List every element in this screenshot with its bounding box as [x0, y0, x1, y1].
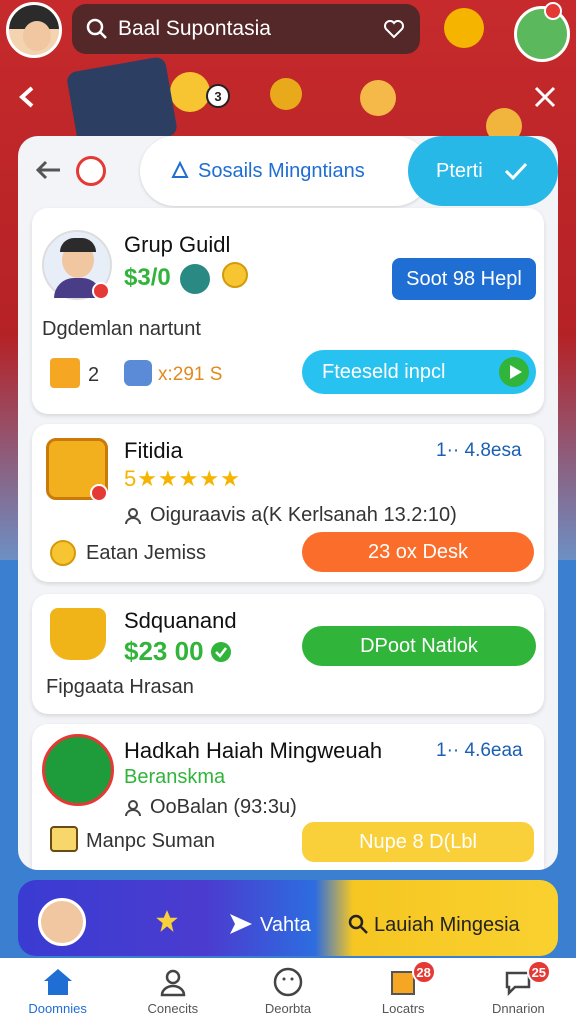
nav-label: Deorbta — [264, 1000, 312, 1016]
right-meta: 1·· 4.8esa — [436, 440, 522, 461]
add-badge — [90, 484, 108, 502]
send-icon — [230, 914, 252, 934]
nav-item-discover[interactable]: Deorbta — [230, 958, 345, 1024]
person-icon — [125, 799, 141, 816]
nav-badge: 25 — [526, 960, 551, 984]
sticker-decoration — [270, 78, 302, 110]
detail-text: Oiguraavis a(K Kerlsanah 13.2:10) — [150, 504, 457, 526]
action-button-label: Fteeseld inpcl — [322, 360, 446, 383]
nav-label: Conecits — [147, 1000, 199, 1016]
card-title: Sdquanand — [124, 608, 237, 633]
price-value: $23 00 — [124, 636, 204, 666]
nav-label: Dnnarion — [492, 1000, 545, 1016]
right-meta: 1·· 4.6eaa — [436, 740, 523, 761]
profile-avatar[interactable] — [6, 2, 62, 58]
search-icon — [86, 18, 107, 39]
action-button[interactable]: Fteeseld inpcl — [302, 350, 536, 394]
rank-icon — [124, 360, 152, 386]
main-panel: Sosails Mingntians Pterti Grup Guidl $3/… — [18, 136, 558, 870]
play-icon — [499, 357, 529, 387]
orange-action-button[interactable]: 23 ox Desk — [302, 532, 534, 572]
search-bar[interactable]: Baal Supontasia — [72, 4, 420, 54]
panel-header: Sosails Mingntians Pterti — [18, 136, 558, 208]
nav-label: Doomnies — [28, 1000, 87, 1016]
nav-label: Locatrs — [381, 1000, 425, 1016]
nav-item-home[interactable]: Doomnies — [0, 958, 115, 1024]
coin-icon — [222, 262, 248, 288]
score-text: x:291 S — [158, 364, 223, 385]
card-fitidia[interactable]: Fitidia 1·· 4.8esa 5★★★★★ Oiguraavis a(K… — [32, 424, 544, 582]
person-icon — [160, 969, 186, 996]
green-action-button[interactable]: DPoot Natlok — [302, 626, 536, 666]
nav-item-messages[interactable]: 25 Dnnarion — [461, 958, 576, 1024]
coin-label: Eatan Jemiss — [86, 542, 207, 564]
shuffle-icon[interactable] — [532, 84, 558, 110]
banner-left-label: Vahta — [260, 914, 311, 936]
checkmark-icon — [504, 162, 527, 181]
bottom-nav: Doomnies Conecits Deorbta 28 Locatrs 25 … — [0, 958, 576, 1024]
sticker-decoration — [444, 8, 484, 48]
star-icon — [156, 910, 178, 932]
leaf-icon — [180, 264, 210, 294]
back-arrow-icon[interactable] — [32, 154, 64, 186]
card-sdquanand[interactable]: Sdquanand $23 00 Fipgaata Hrasan DPoot N… — [32, 594, 544, 714]
search-icon — [348, 914, 368, 934]
mascot-avatar[interactable] — [514, 6, 570, 62]
tab-priority-label: Pterti — [436, 159, 483, 182]
price-text: $23 00 — [124, 636, 232, 667]
add-badge — [92, 282, 110, 300]
nav-item-locations[interactable]: 28 Locatrs — [346, 958, 461, 1024]
notification-dot — [544, 2, 562, 20]
tab-social[interactable]: Sosails Mingntians — [140, 136, 430, 206]
coin-icon — [50, 540, 76, 566]
tab-social-label: Sosails Mingntians — [198, 159, 365, 182]
card-title: Grup Guidl — [124, 232, 231, 257]
banner-avatar — [38, 898, 86, 946]
smiley-icon — [273, 967, 303, 996]
verified-icon — [210, 641, 231, 662]
nav-badge: 28 — [411, 960, 436, 984]
card-title: Fitidia — [124, 438, 183, 463]
nav-item-contacts[interactable]: Conecits — [115, 958, 230, 1024]
sticker-badge: 3 — [206, 84, 230, 108]
bell-icon — [171, 160, 189, 178]
gift-count: 2 — [88, 364, 100, 386]
card-weekly-gift[interactable]: Hadkah Haiah Mingweuah 1·· 4.6eaa Berans… — [32, 724, 544, 870]
sticker-decoration — [170, 72, 210, 112]
person-icon — [125, 507, 141, 524]
person-detail: Oiguraavis a(K Kerlsanah 13.2:10) — [124, 504, 457, 527]
chevron-left-icon[interactable] — [14, 84, 40, 110]
tab-priority[interactable]: Pterti — [408, 136, 558, 206]
clown-icon[interactable] — [76, 156, 106, 186]
coin-label: Manpc Suman — [86, 830, 215, 852]
see-help-button[interactable]: Soot 98 Hepl — [392, 258, 536, 300]
ticket-icon — [50, 826, 78, 852]
yellow-action-button[interactable]: Nupe 8 D(Lbl — [302, 822, 534, 862]
card-title: Hadkah Haiah Mingweuah — [124, 738, 383, 763]
card-subtitle: Dgdemlan nartunt — [42, 318, 201, 340]
gift-icon — [50, 358, 80, 388]
sticker-decoration — [360, 80, 396, 116]
rating-stars: 5★★★★★ — [124, 466, 241, 491]
home-icon — [43, 968, 72, 995]
promo-banner[interactable]: Vahta Lauiah Mingesia — [18, 880, 558, 956]
card-group-guide[interactable]: Grup Guidl $3/0 Dgdemlan nartunt 2 x:291… — [32, 208, 544, 414]
person-detail: OoBalan (93:3u) — [124, 796, 297, 819]
banner-right-label: Lauiah Mingesia — [374, 914, 520, 936]
game-board-icon — [42, 734, 114, 806]
treasure-pot-icon — [50, 608, 106, 660]
heart-icon[interactable] — [382, 17, 406, 41]
card-subtitle: Fipgaata Hrasan — [46, 676, 194, 698]
card-subtitle: Beranskma — [124, 766, 226, 788]
detail-text: OoBalan (93:3u) — [150, 796, 297, 818]
search-text: Baal Supontasia — [118, 17, 271, 40]
amount-text: $3/0 — [124, 264, 171, 291]
